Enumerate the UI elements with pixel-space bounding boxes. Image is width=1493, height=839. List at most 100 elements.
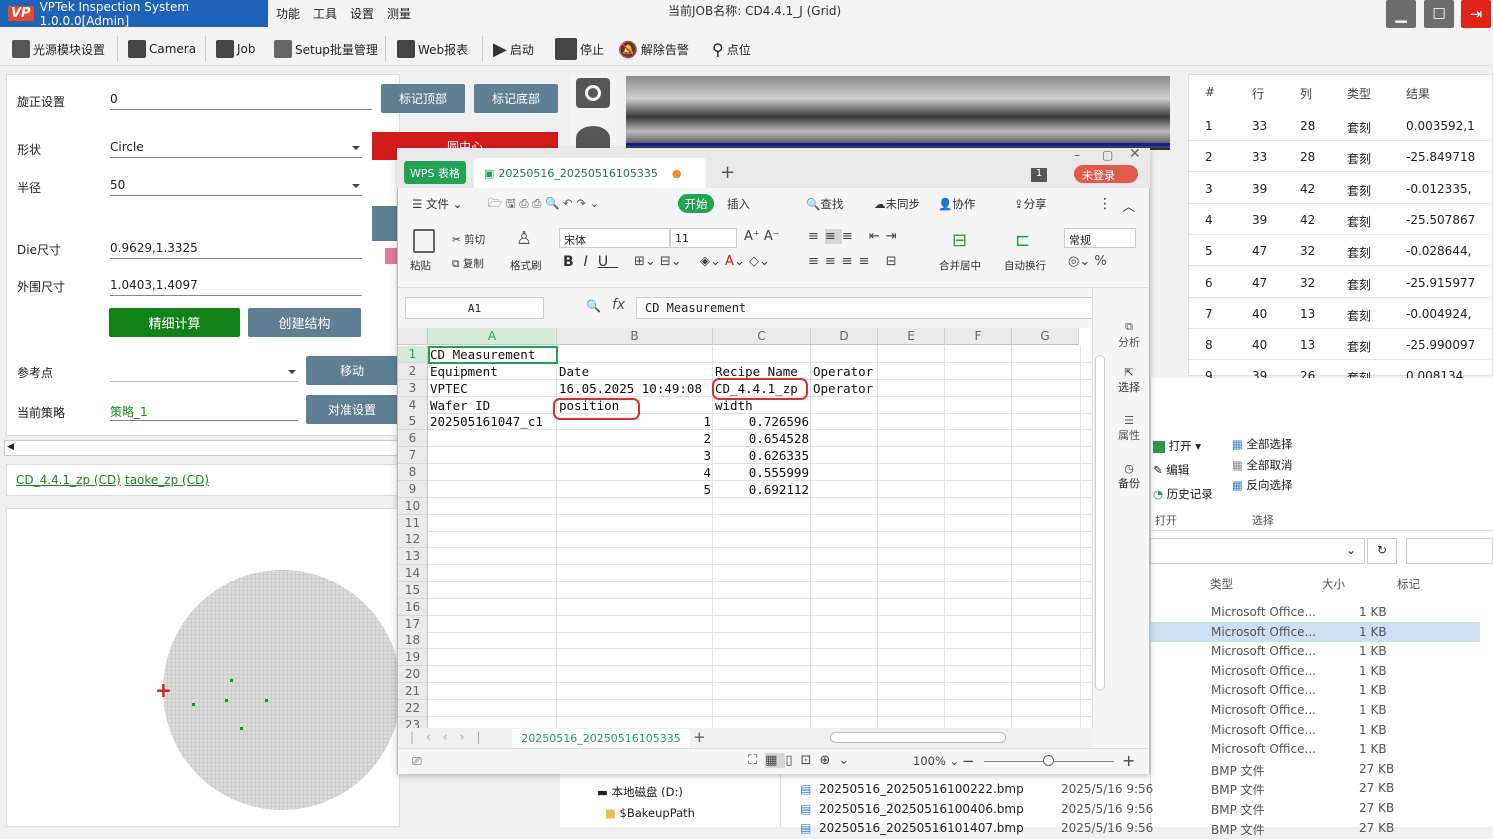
cell-A4[interactable]: Wafer ID <box>430 397 555 414</box>
column-header[interactable]: A <box>428 328 557 345</box>
row-header[interactable]: 12 <box>398 531 428 549</box>
menu-settings[interactable]: 设置 <box>350 5 374 22</box>
web-report-button[interactable]: Web报表 <box>397 38 468 60</box>
camera-button[interactable]: Camera <box>128 38 196 60</box>
minimize-button[interactable]: ▁ <box>1386 0 1416 28</box>
fine-calc-button[interactable]: 精细计算 <box>109 308 240 337</box>
align-horizontal-icons[interactable]: ≡≡≡≡ ⊟ <box>808 254 903 269</box>
cell-B3[interactable]: 16.05.2025 10:49:08 <box>559 380 711 397</box>
list-item[interactable]: Microsoft Office... 1 KB <box>1150 641 1480 661</box>
search-input[interactable] <box>1406 538 1493 564</box>
row-header[interactable]: 8 <box>398 463 428 481</box>
wps-menu-file[interactable]: ☰ 文件 ⌄ <box>412 196 462 212</box>
cell-A3[interactable]: VPTEC <box>430 380 555 397</box>
copy-button[interactable]: ⧉ 复制 <box>452 256 484 271</box>
table-row[interactable]: 2 33 28 套刻 -25.849718 <box>1189 141 1492 173</box>
sheet-tab-active[interactable]: 20250516_20250516105335 <box>512 729 690 748</box>
cell-C6[interactable]: 0.654528 <box>715 430 809 447</box>
table-row[interactable]: 1 33 28 套刻 0.003592,1 <box>1189 110 1492 141</box>
die-size-input[interactable]: 0.9629,1.3325 <box>110 237 362 259</box>
grid-icon[interactable] <box>576 126 610 150</box>
invert-select-button[interactable]: ▦ 反向选择 <box>1232 477 1293 493</box>
row-header[interactable]: 13 <box>398 548 428 566</box>
column-header[interactable]: D <box>811 328 878 345</box>
row-header[interactable]: 15 <box>398 581 428 599</box>
list-item[interactable]: ▤ 20250516_20250516101407.bmp 2025/5/16 9:… <box>800 819 1160 839</box>
list-item[interactable]: BMP 文件 27 KB <box>1150 759 1480 779</box>
col-tag-header[interactable]: 标记 <box>1397 576 1420 592</box>
view-mode-icons[interactable]: ⛶▦▯⊡⊕⌄ <box>748 753 857 768</box>
select-all-corner[interactable] <box>398 328 428 345</box>
wrap-label[interactable]: 自动换行 <box>1004 258 1046 273</box>
border-icon[interactable]: ⊞⌄ ⊟⌄ <box>634 254 682 269</box>
more-icon[interactable]: ⋮ <box>1098 196 1112 212</box>
side-button[interactable] <box>372 206 398 241</box>
table-row[interactable]: 6 47 32 套刻 -25.915977 <box>1189 267 1492 298</box>
cell-B8[interactable]: 4 <box>559 464 711 481</box>
collapse-ribbon-icon[interactable]: ︿ <box>1122 196 1135 215</box>
measure-point[interactable] <box>230 679 233 682</box>
wps-menu-share[interactable]: ⇪分享 <box>1014 196 1047 212</box>
tree-item-bakeup[interactable]: ■ $BakeupPath <box>605 806 695 820</box>
job-button[interactable]: Job <box>216 38 256 60</box>
point-button[interactable]: ⚲ 点位 <box>712 38 751 60</box>
list-item[interactable]: Microsoft Office... 1 KB <box>1150 720 1480 740</box>
select-none-button[interactable]: ▦ 全部取消 <box>1232 457 1293 473</box>
font-grow-icon[interactable]: A⁺ A⁻ <box>744 229 780 244</box>
col-type-header[interactable]: 类型 <box>1210 576 1233 592</box>
backup-button[interactable]: ◷ 备份 <box>1104 462 1154 491</box>
row-header[interactable]: 4 <box>398 396 428 414</box>
merge-label[interactable]: 合并居中 <box>939 258 981 273</box>
macro-icon[interactable]: ⎚ <box>412 754 422 769</box>
wps-menu-home[interactable]: 开始 <box>678 194 714 213</box>
cell-A5[interactable]: 202505161047_c1 <box>430 413 555 430</box>
row-header[interactable]: 3 <box>398 379 428 397</box>
cell-B2[interactable]: Date <box>559 363 711 380</box>
login-button[interactable]: 未登录 <box>1074 165 1138 183</box>
list-item[interactable]: BMP 文件 27 KB <box>1150 778 1480 798</box>
wps-maximize-icon[interactable]: ▢ <box>1102 148 1113 162</box>
row-header[interactable]: 6 <box>398 430 428 448</box>
wps-menu-sync[interactable]: ☁未同步 <box>874 196 920 212</box>
measure-point[interactable] <box>265 699 268 702</box>
vertical-scrollbar[interactable] <box>1095 355 1105 691</box>
cell-C7[interactable]: 0.626335 <box>715 447 809 464</box>
refresh-icon[interactable]: ↻ <box>1367 538 1397 564</box>
row-header[interactable]: 9 <box>398 480 428 498</box>
cell-C8[interactable]: 0.555999 <box>715 464 809 481</box>
wps-doc-tab[interactable]: ▣ 20250516_20250516105335 ● <box>474 158 706 188</box>
radius-select[interactable]: 50 <box>110 174 362 196</box>
scroll-left-icon[interactable]: ◀ <box>7 442 14 452</box>
table-row[interactable]: 3 39 42 套刻 -0.012335, <box>1189 173 1492 204</box>
wps-menu-insert[interactable]: 插入 <box>727 196 750 212</box>
cell-B9[interactable]: 5 <box>559 481 711 498</box>
reference-select[interactable] <box>110 360 298 382</box>
format-painter-label[interactable]: 格式刷 <box>510 258 542 273</box>
column-header[interactable]: B <box>557 328 713 345</box>
close-button[interactable]: ⇥ <box>1461 0 1491 28</box>
font-color-icon[interactable]: A <box>725 254 734 269</box>
col-size-header[interactable]: 大小 <box>1322 576 1345 592</box>
clear-alarm-button[interactable]: 🔕 解除告警 <box>618 38 689 60</box>
stop-button[interactable]: 停止 <box>555 38 604 60</box>
table-row[interactable]: 7 40 13 套刻 -0.004924, <box>1189 298 1492 329</box>
start-button[interactable]: ▶ 启动 <box>493 38 534 60</box>
menu-function[interactable]: 功能 <box>276 5 300 22</box>
formula-input[interactable]: CD Measurement <box>636 297 1105 319</box>
sheet-nav-icons[interactable]: |‹‹›| <box>410 730 492 744</box>
wps-menu-collab[interactable]: 👤协作 <box>938 196 975 212</box>
row-header[interactable]: 22 <box>398 699 428 717</box>
cell-B6[interactable]: 2 <box>559 430 711 447</box>
wps-app-tab[interactable]: WPS 表格 <box>404 161 466 184</box>
row-header[interactable]: 10 <box>398 497 428 515</box>
column-header[interactable]: E <box>878 328 945 345</box>
chevron-down-icon[interactable]: ⌄ <box>1346 543 1356 557</box>
table-row[interactable]: 8 40 13 套刻 -25.990097 <box>1189 329 1492 361</box>
rotation-input[interactable]: 0 <box>110 88 372 110</box>
row-header[interactable]: 2 <box>398 362 428 380</box>
properties-button[interactable]: ☰ 属性 <box>1104 414 1154 443</box>
open-button[interactable]: 打开 ▾ <box>1153 438 1201 454</box>
cell-C5[interactable]: 0.726596 <box>715 413 809 430</box>
setup-batch-button[interactable]: Setup批量管理 <box>274 38 378 60</box>
row-header[interactable]: 17 <box>398 615 428 633</box>
